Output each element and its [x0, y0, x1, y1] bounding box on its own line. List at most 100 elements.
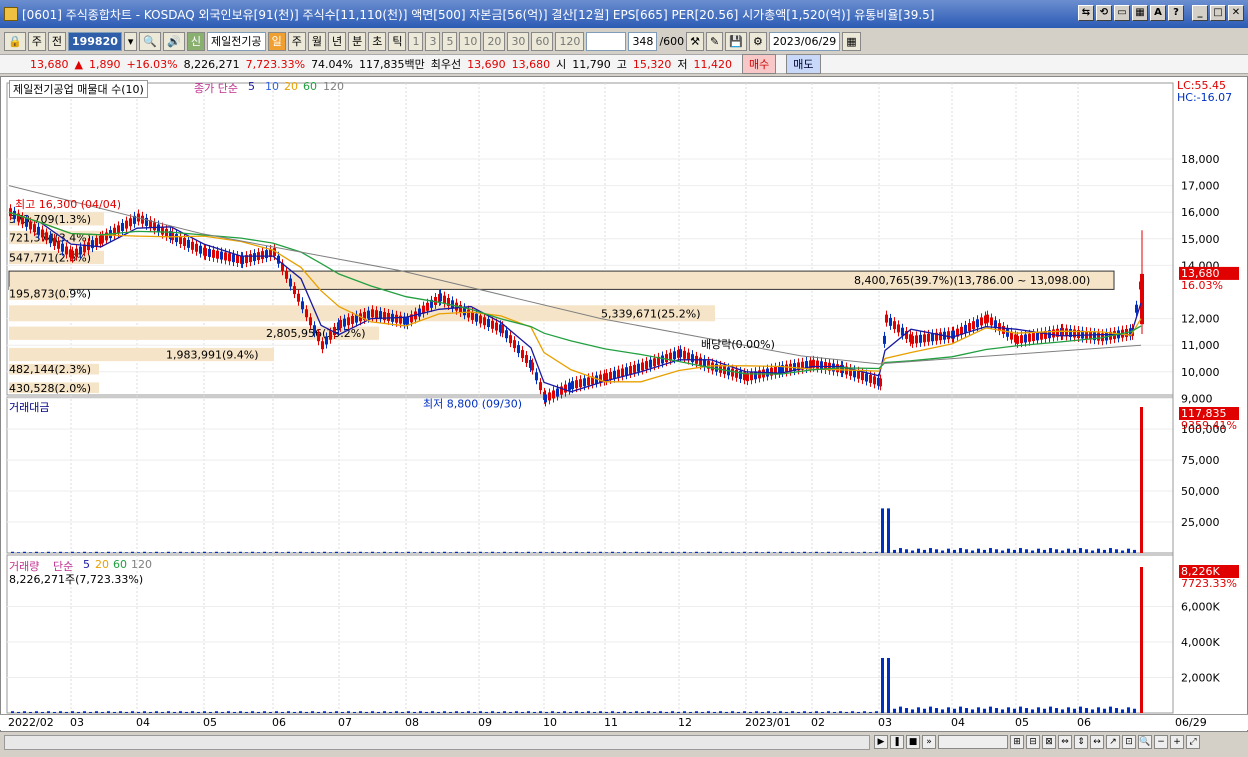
tool-2-icon[interactable]: ⊟ — [1026, 735, 1040, 749]
window-icon[interactable]: ▭ — [1114, 5, 1130, 21]
candle — [101, 234, 104, 243]
pause-icon[interactable]: ❚ — [890, 735, 904, 749]
volume-bar — [125, 711, 128, 713]
tool-8-icon[interactable]: ⊡ — [1122, 735, 1136, 749]
volume-bar — [785, 711, 788, 713]
interval-3[interactable]: 3 — [425, 31, 441, 51]
x-axis-label: 05 — [1015, 716, 1029, 729]
save-icon[interactable]: 💾 — [725, 31, 747, 51]
tab-tick[interactable]: 틱 — [388, 31, 407, 51]
volume-bar — [371, 711, 374, 713]
amount-bar — [839, 551, 842, 553]
amount-bar — [1019, 548, 1022, 553]
date-input[interactable]: 2023/06/29 — [768, 31, 841, 51]
settings-icon[interactable]: ⚙ — [748, 31, 767, 51]
tab-second[interactable]: 초 — [368, 31, 387, 51]
amount-bar — [1091, 550, 1094, 553]
candle — [37, 226, 40, 235]
font-icon[interactable]: A — [1150, 5, 1166, 21]
prev-button[interactable]: 전 — [47, 31, 66, 51]
play-icon[interactable]: ▶ — [874, 735, 888, 749]
interval-5[interactable]: 5 — [442, 31, 458, 51]
volume-bar — [383, 711, 386, 713]
amount-bar — [581, 552, 584, 553]
amount-bar — [305, 552, 308, 553]
volume-bar — [401, 711, 404, 713]
count-input[interactable]: 348 — [628, 31, 658, 51]
interval-1[interactable]: 1 — [408, 31, 424, 51]
zoom-out-icon[interactable]: − — [1154, 735, 1168, 749]
candle — [141, 215, 144, 224]
candle — [568, 382, 571, 391]
tab-minute[interactable]: 분 — [348, 31, 367, 51]
grid-icon[interactable]: ▦ — [1132, 5, 1148, 21]
stock-code-input[interactable]: 199820 — [67, 31, 122, 51]
tool-6-icon[interactable]: ↔ — [1090, 735, 1104, 749]
line-tool-icon[interactable]: ✎ — [706, 31, 724, 51]
zoom-in-icon[interactable]: + — [1170, 735, 1184, 749]
volume-bar — [467, 711, 470, 713]
amount-bar — [269, 552, 272, 553]
price-panel-title[interactable]: 제일전기공업 매물대 수(10) — [9, 80, 148, 98]
amount-bar — [845, 552, 848, 553]
tab-yearly[interactable]: 년 — [327, 31, 347, 51]
help-icon[interactable]: ? — [1168, 5, 1184, 21]
amount-panel-title[interactable]: 거래대금 — [9, 399, 49, 415]
amount-bar — [533, 552, 536, 553]
interval-30[interactable]: 30 — [507, 31, 530, 51]
volume-bar — [479, 711, 482, 713]
amount-bar — [995, 549, 998, 553]
speaker-icon[interactable]: 🔊 — [163, 31, 185, 51]
interval-20[interactable]: 20 — [483, 31, 506, 51]
low-marker: 최저 8,800 (09/30) — [423, 398, 522, 411]
minimize-button[interactable]: _ — [1192, 5, 1208, 21]
interval-120[interactable]: 120 — [555, 31, 585, 51]
volume-bar — [611, 711, 614, 713]
candle — [637, 363, 640, 372]
tab-weekly[interactable]: 주 — [287, 31, 306, 51]
link-icon[interactable]: ⇆ — [1078, 5, 1094, 21]
candle — [521, 350, 524, 359]
fast-forward-icon[interactable]: » — [922, 735, 936, 749]
candle — [236, 255, 239, 263]
search-icon[interactable]: 🔍 — [139, 31, 162, 51]
horizontal-scrollbar[interactable] — [4, 735, 870, 750]
tool-3-icon[interactable]: ⊠ — [1042, 735, 1056, 749]
tool-7-icon[interactable]: ↗ — [1106, 735, 1120, 749]
chart-tool-icon[interactable]: ⚒ — [686, 31, 705, 51]
volume-bar — [953, 708, 956, 713]
zoom-icon[interactable]: 🔍 — [1138, 735, 1152, 749]
tab-monthly[interactable]: 월 — [307, 31, 326, 51]
chart-canvas[interactable]: 18,00017,00016,00015,00014,00012,00011,0… — [1, 77, 1247, 715]
open-price: 11,790 — [572, 57, 611, 71]
refresh-icon[interactable]: ⟲ — [1096, 5, 1112, 21]
candle — [525, 355, 528, 364]
interval-60[interactable]: 60 — [531, 31, 554, 51]
chart-area[interactable]: 18,000 17,000 16,000 15,000 14,000 12,000 11,0… — [0, 76, 1248, 734]
current-price: 13,680 — [30, 57, 69, 71]
candle — [964, 324, 967, 333]
close-button[interactable]: ✕ — [1228, 5, 1244, 21]
amount-bar — [185, 552, 188, 553]
buy-button[interactable]: 매수 — [742, 54, 777, 74]
stop-icon[interactable]: ■ — [906, 735, 920, 749]
speed-slider[interactable] — [938, 735, 1008, 749]
maximize-button[interactable]: □ — [1210, 5, 1226, 21]
interval-10[interactable]: 10 — [459, 31, 482, 51]
sell-button[interactable]: 매도 — [786, 54, 821, 74]
tab-daily[interactable]: 일 — [267, 31, 286, 51]
amount-bar — [953, 549, 956, 553]
tool-4-icon[interactable]: ⇔ — [1058, 735, 1072, 749]
lock-icon[interactable]: 🔒 — [4, 31, 26, 51]
amount-bar — [65, 552, 68, 553]
tool-5-icon[interactable]: ⇕ — [1074, 735, 1088, 749]
volume-profile-label: 482,144(2.3%) — [9, 363, 91, 376]
volume-bar — [521, 711, 524, 713]
expand-icon[interactable]: ⤢ — [1186, 735, 1200, 749]
period-select[interactable]: 주 — [27, 31, 46, 51]
tool-1-icon[interactable]: ⊞ — [1010, 735, 1024, 749]
volume-profile-label: 430,528(2.0%) — [9, 382, 91, 395]
calendar-icon[interactable]: ▦ — [842, 31, 861, 51]
interval-input[interactable] — [586, 31, 627, 51]
dropdown-icon[interactable]: ▾ — [123, 31, 138, 51]
